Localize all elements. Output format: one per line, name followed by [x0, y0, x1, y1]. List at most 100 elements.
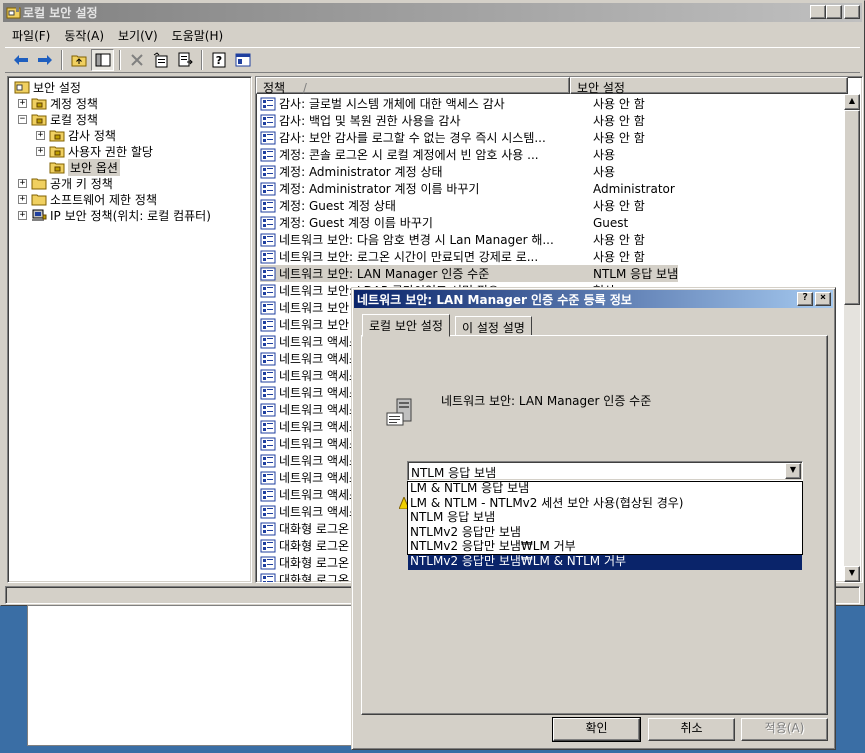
scroll-thumb[interactable]: [844, 110, 860, 305]
toolbar-separator: [61, 50, 63, 70]
policy-setting: 사용 안 함: [593, 131, 645, 145]
dropdown-arrow-icon[interactable]: ▼: [785, 463, 801, 479]
dialog-title: 네트워크 보안: LAN Manager 인증 수준 등록 정보: [357, 292, 632, 307]
scroll-up-button[interactable]: ▲: [844, 94, 860, 110]
tree-item-user-rights[interactable]: + 사용자 권한 할당: [36, 143, 153, 159]
svg-text:?: ?: [215, 54, 221, 67]
list-header: 정책 / 보안 설정: [256, 77, 862, 95]
dropdown-list[interactable]: LM & NTLM 응답 보냄 LM & NTLM - NTLMv2 세션 보안…: [407, 481, 803, 570]
tree-item-label: 공개 키 정책: [50, 176, 113, 191]
tree-item-software-restriction[interactable]: + 소프트웨어 제한 정책: [18, 191, 157, 207]
menu-view[interactable]: 보기(V): [111, 25, 165, 45]
menu-action[interactable]: 동작(A): [57, 25, 111, 45]
policy-name: 계정: Administrator 계정 상태: [279, 165, 443, 179]
policy-name: 감사: 보안 감사를 로그할 수 없는 경우 즉시 시스템...: [279, 131, 546, 145]
back-button[interactable]: [9, 49, 32, 71]
maximize-button[interactable]: □: [826, 5, 842, 19]
tree-item-account-policy[interactable]: + 계정 정책: [18, 95, 98, 111]
policy-row[interactable]: 계정: Administrator 계정 상태 사용: [260, 163, 615, 180]
close-button[interactable]: ×: [844, 5, 860, 19]
policy-row[interactable]: 감사: 보안 감사를 로그할 수 없는 경우 즉시 시스템... 사용 안 함: [260, 129, 645, 146]
expand-icon[interactable]: +: [36, 130, 45, 140]
policy-row[interactable]: 계정: Guest 계정 이름 바꾸기 Guest: [260, 214, 628, 231]
dropdown-option-highlighted[interactable]: NTLMv2 응답만 보냄₩LM & NTLM 거부: [408, 554, 802, 570]
expand-icon[interactable]: +: [36, 146, 45, 156]
column-header-policy[interactable]: 정책 /: [256, 77, 570, 95]
policy-row[interactable]: 계정: 콘솔 로그온 시 로컬 계정에서 빈 암호 사용 ... 사용: [260, 146, 615, 163]
policy-icon: [260, 403, 276, 416]
tree-item-ip-security[interactable]: + IP 보안 정책(위치: 로컬 컴퓨터): [18, 207, 211, 223]
policy-setting: 사용 안 함: [593, 233, 645, 247]
dialog-title-bar[interactable]: 네트워크 보안: LAN Manager 인증 수준 등록 정보 ? ×: [354, 290, 833, 308]
properties-dialog: 네트워크 보안: LAN Manager 인증 수준 등록 정보 ? × 로컬 …: [351, 287, 836, 750]
console-button[interactable]: [231, 49, 254, 71]
expand-icon[interactable]: +: [18, 210, 27, 220]
help-title-button[interactable]: ?: [797, 292, 813, 306]
show-hide-tree-icon: [95, 53, 110, 67]
dialog-close-button[interactable]: ×: [815, 292, 831, 306]
dropdown-option[interactable]: LM & NTLM - NTLMv2 세션 보안 사용(협상된 경우): [408, 497, 802, 512]
dropdown-option[interactable]: LM & NTLM 응답 보냄: [408, 482, 802, 497]
expand-icon[interactable]: +: [18, 194, 27, 204]
properties-button[interactable]: [149, 49, 172, 71]
delete-icon: [130, 54, 143, 66]
policy-icon: [260, 97, 276, 110]
tab-local-security-setting[interactable]: 로컬 보안 설정: [362, 314, 450, 337]
policy-row[interactable]: 네트워크 보안: 로그온 시간이 만료되면 강제로 로... 사용 안 함: [260, 248, 645, 265]
cancel-button[interactable]: 취소: [648, 718, 735, 741]
collapse-icon[interactable]: −: [18, 114, 27, 124]
locked-folder-icon: [31, 114, 47, 125]
expand-icon[interactable]: +: [18, 98, 27, 108]
main-title-bar[interactable]: 로컬 보안 설정 _ □ ×: [3, 3, 862, 22]
policy-name: 감사: 글로벌 시스템 개체에 대한 액세스 감사: [279, 97, 505, 111]
policy-icon: [260, 437, 276, 450]
scroll-down-button[interactable]: ▼: [844, 566, 860, 582]
policy-name: 계정: Administrator 계정 이름 바꾸기: [279, 182, 480, 196]
dropdown-option[interactable]: NTLMv2 응답만 보냄₩LM 거부: [408, 540, 802, 555]
lan-manager-level-select[interactable]: NTLM 응답 보냄 ▼: [407, 461, 803, 481]
apply-button[interactable]: 적용(A): [741, 718, 828, 741]
tree-item-audit-policy[interactable]: + 감사 정책: [36, 127, 116, 143]
policy-setting: Administrator: [593, 181, 675, 196]
minimize-button[interactable]: _: [810, 5, 826, 19]
policy-row[interactable]: 네트워크 보안: 다음 암호 변경 시 Lan Manager 해... 사용 안…: [260, 231, 645, 248]
policy-setting: 사용 안 함: [593, 114, 645, 128]
delete-button[interactable]: [125, 49, 148, 71]
dropdown-option[interactable]: NTLM 응답 보냄: [408, 511, 802, 526]
policy-icon: [260, 114, 276, 127]
policy-row[interactable]: 네트워크 보안: LAN Manager 인증 수준 NTLM 응답 보냄: [260, 265, 679, 282]
policy-icon: [260, 301, 276, 314]
tree-item-label: 로컬 정책: [50, 112, 98, 127]
console-icon: [235, 53, 250, 67]
policy-icon: [260, 148, 276, 161]
cancel-button-label: 취소: [680, 721, 703, 735]
menu-file[interactable]: 파일(F): [5, 25, 57, 45]
forward-button[interactable]: [33, 49, 56, 71]
dropdown-option[interactable]: NTLMv2 응답만 보냄: [408, 526, 802, 541]
tree-item-public-key[interactable]: + 공개 키 정책: [18, 175, 113, 191]
expand-icon[interactable]: +: [18, 178, 27, 188]
tree-root[interactable]: 보안 설정: [14, 79, 81, 95]
menu-help[interactable]: 도움말(H): [165, 25, 231, 45]
help-button[interactable]: ?: [207, 49, 230, 71]
policy-row[interactable]: 감사: 백업 및 복원 권한 사용을 감사 사용 안 함: [260, 112, 645, 129]
policy-icon: [260, 556, 276, 569]
column-header-setting[interactable]: 보안 설정: [570, 77, 848, 95]
tree-item-label: 보안 옵션: [68, 158, 120, 176]
vertical-scrollbar[interactable]: ▲ ▼: [844, 94, 860, 582]
locked-folder-icon: [49, 130, 65, 141]
policy-row[interactable]: 계정: Administrator 계정 이름 바꾸기 Administrator: [260, 180, 675, 197]
help-icon: ?: [212, 52, 225, 68]
tree-item-local-policy[interactable]: − 로컬 정책: [18, 111, 98, 127]
export-list-icon: [178, 52, 193, 67]
policy-row[interactable]: 감사: 글로벌 시스템 개체에 대한 액세스 감사 사용 안 함: [260, 95, 645, 112]
tree-pane[interactable]: 보안 설정 + 계정 정책 − 로컬 정책 + 감사 정책 + 사용자 권한 할…: [7, 76, 252, 583]
tab-explain-this-setting[interactable]: 이 설정 설명: [455, 316, 532, 336]
policy-row[interactable]: 계정: Guest 계정 상태 사용 안 함: [260, 197, 645, 214]
back-arrow-icon: [13, 55, 28, 65]
export-list-button[interactable]: [173, 49, 196, 71]
show-hide-tree-button[interactable]: [91, 49, 114, 71]
ok-button[interactable]: 확인: [552, 717, 641, 742]
tree-item-security-options[interactable]: 보안 옵션: [49, 158, 120, 176]
up-one-level-button[interactable]: [67, 49, 90, 71]
